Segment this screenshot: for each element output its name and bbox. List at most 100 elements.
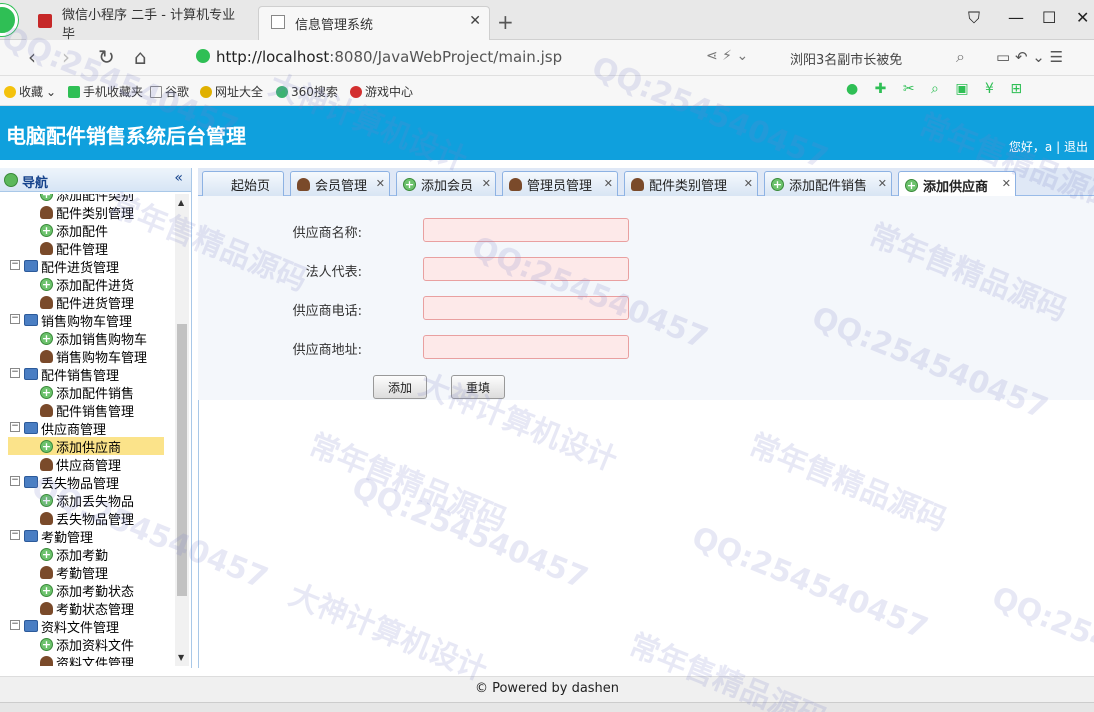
toolbar-menu-icon[interactable]: ▭ ↶ ⌄ ☰ xyxy=(996,48,1063,66)
page-tab[interactable]: 管理员管理 ✕ xyxy=(502,171,618,197)
nav-item[interactable]: + 添加供应商 xyxy=(8,437,164,456)
nav-item-label: 添加考勤 xyxy=(56,548,109,564)
page-tab[interactable]: 配件类别管理 ✕ xyxy=(624,171,758,197)
nav-item[interactable]: − 考勤管理 xyxy=(10,527,94,546)
page-tab[interactable]: 起始页 xyxy=(202,171,284,197)
legal-rep-field[interactable] xyxy=(423,257,629,281)
nav-item[interactable]: + 添加丢失物品 xyxy=(40,491,135,510)
bookmark-mobile[interactable]: 手机收藏夹 xyxy=(68,83,143,100)
close-window-button[interactable]: ✕ xyxy=(1076,8,1089,27)
nav-item[interactable]: + 添加销售购物车 xyxy=(40,329,147,348)
nav-item[interactable]: + 添加配件进货 xyxy=(40,275,135,294)
bookmark-360search[interactable]: 360搜索 xyxy=(276,83,338,100)
search-icon[interactable]: ⌕ xyxy=(956,47,965,67)
scroll-thumb[interactable] xyxy=(177,324,187,596)
nav-item[interactable]: − 配件进货管理 xyxy=(10,257,120,276)
nav-item-label: 资料文件管理 xyxy=(56,656,135,667)
expand-toggle-icon[interactable]: − xyxy=(10,530,20,540)
expand-toggle-icon[interactable]: − xyxy=(10,620,20,630)
forward-icon[interactable]: › xyxy=(62,45,70,69)
close-tab-icon[interactable]: ✕ xyxy=(469,13,481,29)
reset-button[interactable]: 重填 xyxy=(451,375,505,399)
collapse-nav-button[interactable]: « xyxy=(174,170,183,186)
bookmark-google[interactable]: 谷歌 xyxy=(150,83,189,100)
home-icon[interactable]: ⌂ xyxy=(134,45,147,69)
browser-tab-info[interactable]: 信息管理系统 ✕ xyxy=(258,6,490,40)
nav-item[interactable]: − 供应商管理 xyxy=(10,419,106,438)
expand-toggle-icon[interactable]: − xyxy=(10,476,20,486)
nav-item[interactable]: 配件类别管理 xyxy=(40,203,134,222)
bookmark-sites[interactable]: 网址大全 xyxy=(200,83,263,100)
page-tab[interactable]: + 添加供应商 ✕ xyxy=(898,171,1016,198)
nav-item-label: 添加资料文件 xyxy=(56,638,135,654)
nav-item[interactable]: + 添加考勤 xyxy=(40,545,109,564)
page-tab-label: 会员管理 xyxy=(315,179,368,194)
minimize-button[interactable]: — xyxy=(1008,8,1024,27)
reload-icon[interactable]: ↻ xyxy=(98,45,115,69)
nav-item[interactable]: + 添加资料文件 xyxy=(40,635,135,654)
add-icon: + xyxy=(40,223,53,237)
maximize-button[interactable]: ☐ xyxy=(1042,8,1056,27)
scroll-up-icon[interactable]: ▲ xyxy=(178,198,184,207)
nav-item[interactable]: 供应商管理 xyxy=(40,455,121,474)
nav-item[interactable]: 配件进货管理 xyxy=(40,293,134,312)
supplier-phone-field[interactable] xyxy=(423,296,629,320)
url-field[interactable]: http://localhost:8080/JavaWebProject/mai… xyxy=(216,48,562,66)
expand-toggle-icon[interactable]: − xyxy=(10,260,20,270)
user-icon xyxy=(40,349,53,363)
nav-item-label: 添加丢失物品 xyxy=(56,494,135,510)
close-tab-icon[interactable]: ✕ xyxy=(878,177,887,190)
page-tab[interactable]: + 添加会员 ✕ xyxy=(396,171,496,197)
nav-item[interactable]: − 丢失物品管理 xyxy=(10,473,119,492)
nav-item[interactable]: 配件管理 xyxy=(40,239,108,258)
nav-item[interactable]: 考勤状态管理 xyxy=(40,599,134,618)
nav-item[interactable]: 资料文件管理 xyxy=(40,653,134,666)
close-tab-icon[interactable]: ✕ xyxy=(376,177,385,190)
nav-item[interactable]: + 添加考勤状态 xyxy=(40,581,135,600)
nav-item-label: 添加考勤状态 xyxy=(56,584,135,600)
expand-toggle-icon[interactable]: − xyxy=(10,314,20,324)
expand-toggle-icon[interactable]: − xyxy=(10,422,20,432)
close-tab-icon[interactable]: ✕ xyxy=(604,177,613,190)
page-icon xyxy=(150,85,162,98)
address-bar: ‹ › ↻ ⌂ http://localhost:8080/JavaWebPro… xyxy=(0,40,1094,76)
nav-item[interactable]: + 添加配件 xyxy=(40,221,108,240)
nav-item[interactable]: + 添加配件销售 xyxy=(40,383,134,402)
shirt-icon[interactable]: ⛉ xyxy=(968,8,980,28)
nav-item-label: 添加配件进货 xyxy=(56,278,135,294)
nav-item[interactable]: − 资料文件管理 xyxy=(10,617,119,636)
extension-icons[interactable]: ● ✚ ✂ ⌕ ▣ ¥ ⊞ xyxy=(846,81,1028,97)
close-tab-icon[interactable]: ✕ xyxy=(1002,177,1011,190)
new-tab-button[interactable]: + xyxy=(497,10,514,34)
expand-toggle-icon[interactable]: − xyxy=(10,368,20,378)
user-area: 您好，a | 退出 xyxy=(1009,138,1088,155)
separator: | xyxy=(1056,140,1061,154)
nav-item[interactable]: 销售购物车管理 xyxy=(40,347,147,366)
add-button[interactable]: 添加 xyxy=(373,375,427,399)
close-tab-icon[interactable]: ✕ xyxy=(744,177,753,190)
news-ticker[interactable]: 浏阳3名副市长被免 xyxy=(790,49,902,68)
nav-item[interactable]: 配件销售管理 xyxy=(40,401,134,420)
add-icon: + xyxy=(40,439,53,453)
supplier-name-field[interactable] xyxy=(423,218,629,242)
nav-item-label: 配件进货管理 xyxy=(41,260,120,276)
bookmark-favorites[interactable]: 收藏 ⌄ xyxy=(4,83,56,100)
share-icon[interactable]: ⋖ ⚡ ⌄ xyxy=(706,48,748,64)
nav-item[interactable]: − 配件销售管理 xyxy=(10,365,119,384)
nav-item-label: 考勤管理 xyxy=(41,530,94,546)
close-tab-icon[interactable]: ✕ xyxy=(482,177,491,190)
scroll-down-icon[interactable]: ▼ xyxy=(178,653,184,662)
bookmark-games[interactable]: 游戏中心 xyxy=(350,83,413,100)
user-icon xyxy=(40,403,53,417)
supplier-address-field[interactable] xyxy=(423,335,629,359)
page-tab[interactable]: 会员管理 ✕ xyxy=(290,171,390,197)
logout-link[interactable]: 退出 xyxy=(1064,140,1088,154)
browser-tab-wechat[interactable]: 微信小程序 二手 - 计算机专业毕 xyxy=(26,6,258,42)
nav-item[interactable]: 考勤管理 xyxy=(40,563,108,582)
nav-item[interactable]: 丢失物品管理 xyxy=(40,509,134,528)
nav-scrollbar[interactable]: ▲ ▼ xyxy=(175,194,189,666)
back-icon[interactable]: ‹ xyxy=(28,45,36,69)
page-tab[interactable]: + 添加配件销售 ✕ xyxy=(764,171,892,197)
user-icon xyxy=(40,295,53,309)
nav-item[interactable]: − 销售购物车管理 xyxy=(10,311,132,330)
